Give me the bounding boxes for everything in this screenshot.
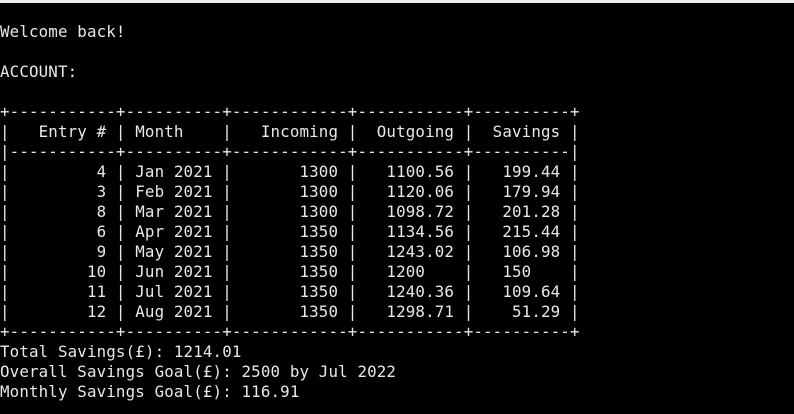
overall-savings-goal: Overall Savings Goal(£): 2500 by Jul 202… <box>0 362 397 381</box>
table-row: | 9 | May 2021 | 1350 | 1243.02 | 106.98… <box>0 242 580 261</box>
welcome-message: Welcome back! <box>0 22 126 41</box>
monthly-savings-goal: Monthly Savings Goal(£): 116.91 <box>0 382 300 401</box>
table-row: | 8 | Mar 2021 | 1300 | 1098.72 | 201.28… <box>0 202 580 221</box>
table-border-bottom: +-----------+----------+------------+---… <box>0 322 580 341</box>
table-row: | 11 | Jul 2021 | 1350 | 1240.36 | 109.6… <box>0 282 580 301</box>
table-header-separator: |-----------+----------+------------+---… <box>0 142 580 161</box>
table-border-top: +-----------+----------+------------+---… <box>0 102 580 121</box>
table-header: | Entry # | Month | Incoming | Outgoing … <box>0 122 580 141</box>
table-row: | 4 | Jan 2021 | 1300 | 1100.56 | 199.44… <box>0 162 580 181</box>
table-row: | 6 | Apr 2021 | 1350 | 1134.56 | 215.44… <box>0 222 580 241</box>
total-savings: Total Savings(£): 1214.01 <box>0 342 242 361</box>
terminal-output: Welcome back! ACCOUNT: +-----------+----… <box>0 22 794 402</box>
account-table: +-----------+----------+------------+---… <box>0 102 794 342</box>
table-row: | 12 | Aug 2021 | 1350 | 1298.71 | 51.29… <box>0 302 580 321</box>
account-label: ACCOUNT: <box>0 62 78 81</box>
table-row: | 3 | Feb 2021 | 1300 | 1120.06 | 179.94… <box>0 182 580 201</box>
table-row: | 10 | Jun 2021 | 1350 | 1200 | 150 | <box>0 262 580 281</box>
window-top-strip <box>0 0 794 3</box>
